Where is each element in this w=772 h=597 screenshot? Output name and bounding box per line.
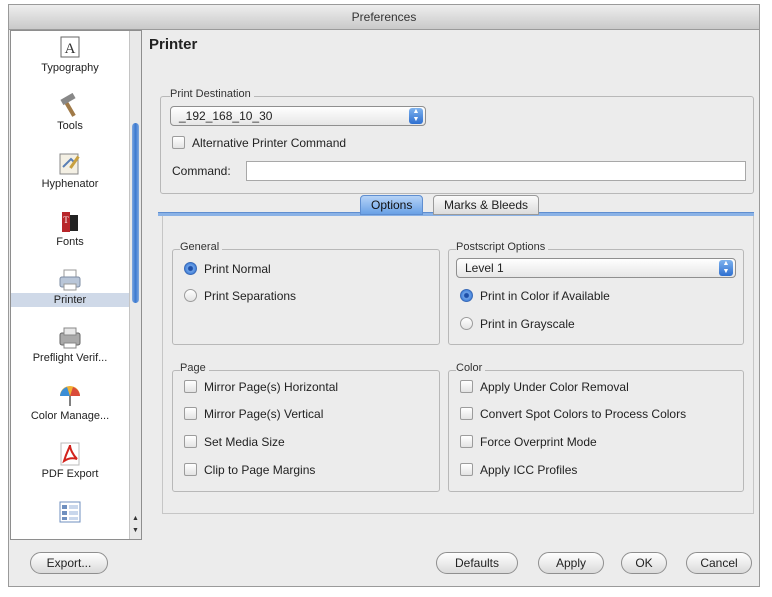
checkbox-box[interactable] [460, 463, 473, 476]
fonts-icon: T [62, 212, 78, 232]
print-normal-radio[interactable]: Print Normal [184, 261, 271, 277]
general-label: General [180, 241, 223, 253]
force-overprint-checkbox[interactable]: Force Overprint Mode [460, 434, 597, 450]
radio-button[interactable] [460, 317, 473, 330]
sidebar-scrollbar[interactable]: ▲ ▼ [129, 31, 141, 539]
page-group-label: Page [180, 362, 209, 374]
command-label: Command: [172, 164, 231, 178]
print-destination-label: Print Destination [170, 88, 254, 100]
pdf-icon [60, 442, 80, 466]
export-button[interactable]: Export... [30, 552, 108, 574]
sidebar-item-label: Fonts [56, 236, 84, 248]
apply-icc-profiles-checkbox[interactable]: Apply ICC Profiles [460, 462, 577, 478]
sidebar-item-fonts[interactable]: T Fonts [11, 209, 129, 249]
sidebar-item-preflight[interactable]: Preflight Verif... [11, 325, 129, 365]
set-media-size-checkbox[interactable]: Set Media Size [184, 434, 285, 450]
postscript-label: Postscript Options [456, 241, 549, 253]
checkbox-box[interactable] [460, 407, 473, 420]
defaults-button[interactable]: Defaults [436, 552, 518, 574]
checkbox-box[interactable] [460, 380, 473, 393]
scrollbar-thumb[interactable] [132, 123, 139, 303]
sidebar-item-color-management[interactable]: Color Manage... [11, 383, 129, 423]
sidebar-item-pdf-export[interactable]: PDF Export [11, 441, 129, 481]
checkbox-box[interactable] [460, 435, 473, 448]
convert-spot-colors-checkbox[interactable]: Convert Spot Colors to Process Colors [460, 406, 686, 422]
page-title: Printer [149, 36, 198, 53]
checkbox-box[interactable] [184, 435, 197, 448]
typography-icon: A [60, 36, 80, 58]
print-destination-select[interactable]: _192_168_10_30 ▲ ▼ [170, 106, 426, 126]
popup-arrows-icon: ▲ ▼ [409, 108, 423, 124]
sidebar-item-label: Hyphenator [41, 178, 99, 190]
alt-printer-command-label: Alternative Printer Command [192, 136, 347, 150]
scroll-arrows-icon[interactable]: ▲ ▼ [130, 513, 141, 539]
preflight-icon [59, 327, 81, 349]
alt-printer-command-checkbox[interactable]: Alternative Printer Command [172, 135, 346, 151]
sidebar-item-label: Preflight Verif... [32, 352, 108, 364]
sidebar-item-grid[interactable] [11, 499, 129, 525]
sidebar-item-hyphenator[interactable]: Hyphenator [11, 151, 129, 191]
color-group-label: Color [456, 362, 486, 374]
radio-button[interactable] [184, 289, 197, 302]
svg-text:T: T [63, 215, 69, 225]
mirror-vertical-checkbox[interactable]: Mirror Page(s) Vertical [184, 406, 323, 422]
print-grayscale-radio[interactable]: Print in Grayscale [460, 316, 575, 332]
checkbox-box[interactable] [184, 380, 197, 393]
window-title: Preferences [9, 5, 759, 30]
sidebar-item-label: Typography [41, 62, 99, 74]
sidebar-item-typography[interactable]: A Typography [11, 35, 129, 75]
print-destination-value: _192_168_10_30 [179, 109, 273, 123]
sidebar-item-label: Color Manage... [30, 410, 110, 422]
tab-options[interactable]: Options [360, 195, 424, 215]
sidebar-item-printer[interactable]: Printer [11, 267, 129, 307]
sidebar-item-tools[interactable]: Tools [11, 93, 129, 133]
under-color-removal-checkbox[interactable]: Apply Under Color Removal [460, 379, 629, 395]
popup-arrows-icon: ▲ ▼ [719, 260, 733, 276]
postscript-level-value: Level 1 [465, 261, 504, 275]
preferences-sidebar: A Typography Tools Hyphenator T Fonts Pr… [10, 30, 142, 540]
sidebar-item-label: PDF Export [41, 468, 99, 480]
checkbox-box[interactable] [184, 407, 197, 420]
checkbox-box[interactable] [172, 136, 185, 149]
radio-button[interactable] [460, 289, 473, 302]
sidebar-item-label: Tools [57, 120, 83, 132]
mirror-horizontal-checkbox[interactable]: Mirror Page(s) Horizontal [184, 379, 338, 395]
clip-page-margins-checkbox[interactable]: Clip to Page Margins [184, 462, 315, 478]
print-color-radio[interactable]: Print in Color if Available [460, 288, 610, 304]
apply-button[interactable]: Apply [538, 552, 604, 574]
postscript-level-select[interactable]: Level 1 ▲ ▼ [456, 258, 736, 278]
umbrella-icon [60, 386, 80, 406]
tab-marks-bleeds[interactable]: Marks & Bleeds [433, 195, 540, 215]
svg-text:A: A [65, 41, 76, 57]
ok-button[interactable]: OK [621, 552, 667, 574]
printer-icon [59, 269, 81, 291]
cancel-button[interactable]: Cancel [686, 552, 752, 574]
hyphenator-icon [59, 153, 80, 175]
command-field[interactable] [246, 161, 746, 181]
grid-icon [59, 501, 81, 523]
sidebar-item-label: Printer [11, 293, 129, 307]
checkbox-box[interactable] [184, 463, 197, 476]
hammer-icon [60, 93, 76, 117]
radio-button[interactable] [184, 262, 197, 275]
print-separations-radio[interactable]: Print Separations [184, 288, 296, 304]
